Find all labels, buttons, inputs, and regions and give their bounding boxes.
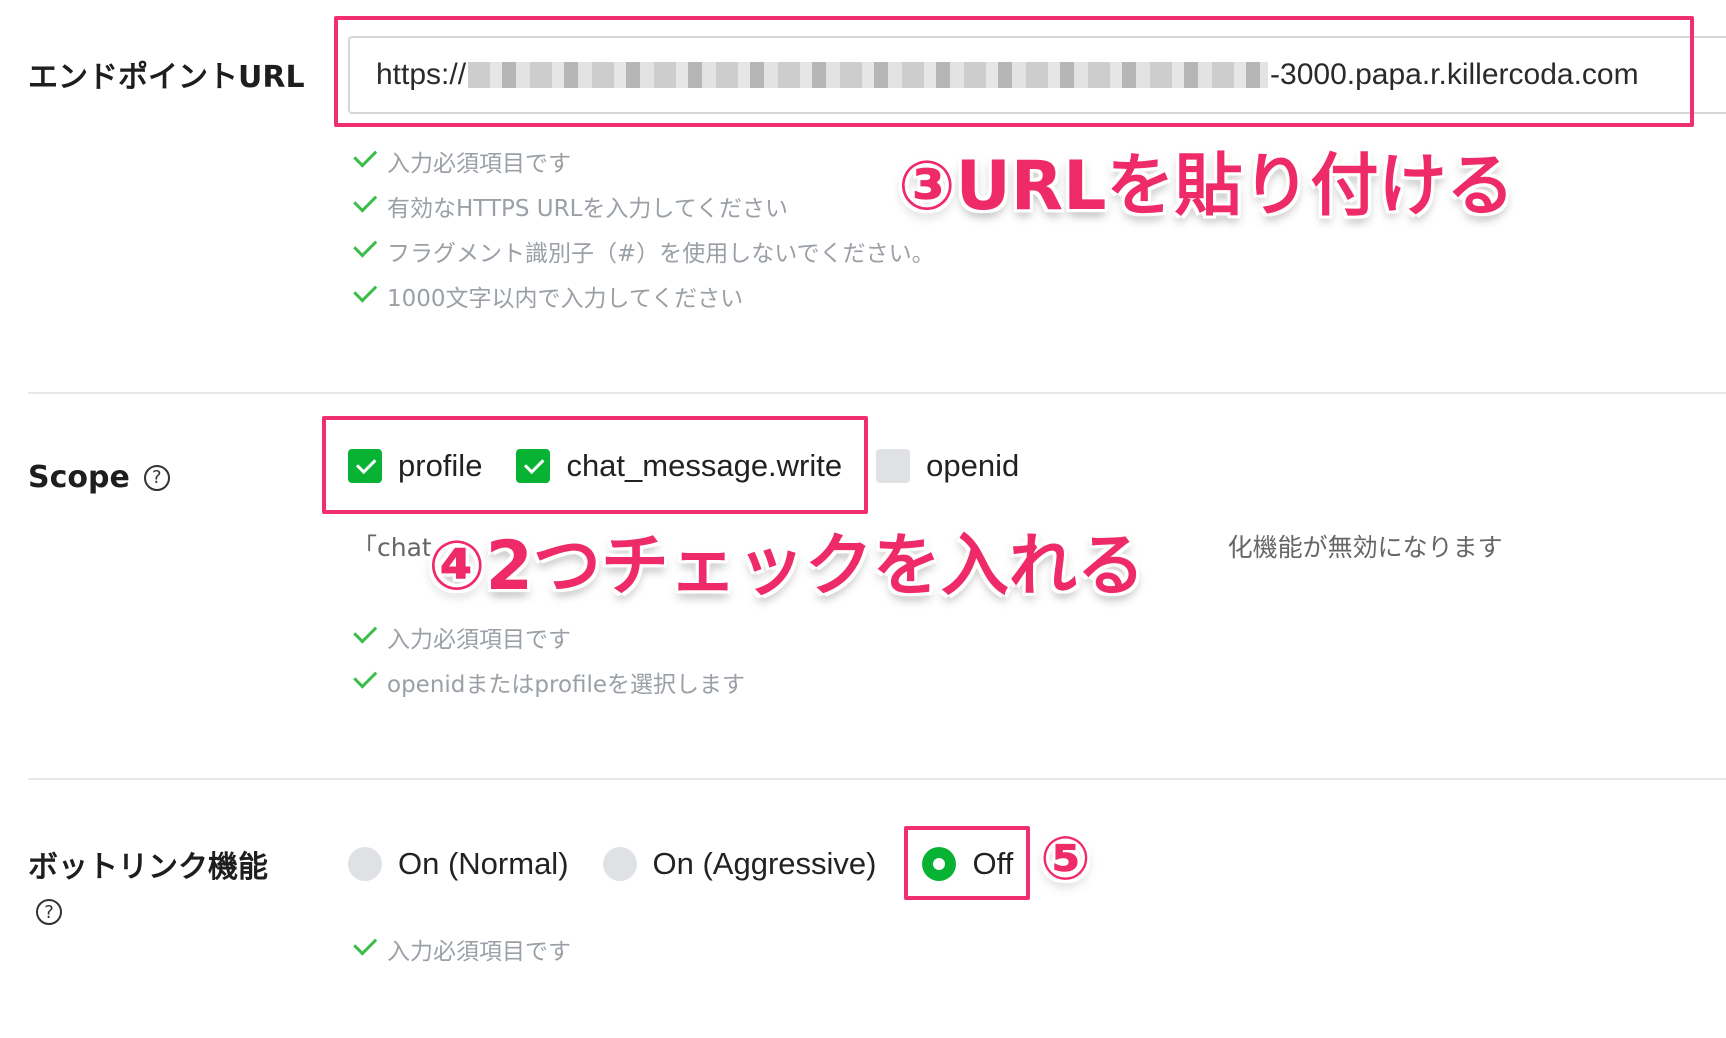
hint-item: 入力必須項目です (352, 614, 745, 659)
hint-item: 1000文字以内で入力してください (352, 273, 935, 318)
annotation-box-scope (322, 416, 868, 514)
bot-link-label-text: ボットリンク機能 (28, 850, 268, 885)
scope-option-label: openid (926, 448, 1020, 483)
radio-unselected[interactable] (348, 847, 382, 881)
hint-item: 入力必須項目です (352, 138, 935, 183)
hint-text: 入力必須項目です (387, 150, 571, 177)
checkbox-unchecked[interactable] (876, 449, 911, 483)
hint-item: 入力必須項目です (352, 926, 571, 971)
bot-link-option-on-aggressive[interactable]: On (Aggressive) (602, 846, 877, 882)
bot-link-label: ボットリンク機能 (28, 842, 268, 886)
hint-item: openidまたはprofileを選択します (352, 659, 745, 704)
check-icon (353, 233, 378, 258)
hint-text: 入力必須項目です (387, 626, 571, 653)
annotation-box-url (334, 16, 1694, 127)
hint-text: フラグメント識別子（#）を使用しないでください。 (387, 240, 935, 267)
scope-hint-list: 入力必須項目です openidまたはprofileを選択します (352, 614, 745, 704)
endpoint-url-label: エンドポイントURL (28, 52, 305, 96)
check-icon (353, 278, 378, 303)
check-icon (353, 143, 378, 168)
channel-settings-form: エンドポイントURL https:// -3000.papa.r.killerc… (0, 0, 1726, 1038)
hint-item: 有効なHTTPS URLを入力してください (352, 183, 935, 228)
annotation-step3: ③URLを貼り付ける (898, 147, 1515, 226)
bot-link-option-label: On (Normal) (398, 846, 569, 881)
hint-text: 入力必須項目です (387, 938, 571, 965)
annotation-step4: ④2つチェックを入れる (428, 527, 1145, 606)
hint-text: 1000文字以内で入力してください (387, 285, 744, 312)
hint-text: openidまたはprofileを選択します (387, 671, 746, 698)
help-icon[interactable]: ? (143, 464, 170, 491)
check-icon (353, 188, 378, 213)
radio-unselected[interactable] (602, 847, 637, 881)
bot-link-option-on-normal[interactable]: On (Normal) (348, 846, 569, 882)
endpoint-hint-list: 入力必須項目です 有効なHTTPS URLを入力してください フラグメント識別子… (352, 138, 935, 318)
scope-note-start: 「chat (352, 533, 432, 562)
scope-label: Scope ? (28, 460, 170, 495)
bot-link-option-label: On (Aggressive) (652, 846, 877, 881)
annotation-box-off (904, 826, 1030, 900)
section-divider (28, 392, 1726, 394)
help-icon[interactable]: ? (36, 899, 62, 925)
scope-label-text: Scope (28, 460, 130, 495)
bot-link-hint-list: 入力必須項目です (352, 926, 571, 971)
section-divider (28, 778, 1726, 780)
scope-note-end: 化機能が無効になります (1227, 533, 1503, 562)
hint-item: フラグメント識別子（#）を使用しないでください。 (352, 228, 935, 273)
check-icon (353, 664, 378, 689)
annotation-step5: ⑤ (1040, 824, 1091, 894)
check-icon (353, 931, 378, 956)
check-icon (353, 619, 378, 644)
hint-text: 有効なHTTPS URLを入力してください (387, 195, 789, 222)
scope-option-openid[interactable]: openid (876, 448, 1019, 484)
endpoint-url-label-text: エンドポイントURL (28, 60, 305, 95)
